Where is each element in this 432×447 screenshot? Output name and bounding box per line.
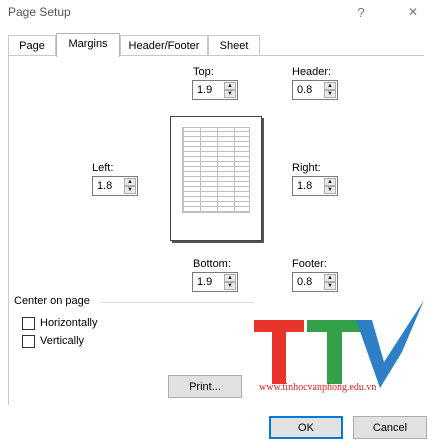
footer-margin-value[interactable]: 0.8 [297, 276, 312, 288]
close-button[interactable]: ✕ [402, 2, 424, 22]
help-button[interactable]: ? [350, 2, 372, 22]
bottom-label: Bottom: [193, 258, 231, 270]
tab-margins[interactable]: Margins [56, 33, 120, 57]
bottom-margin-value[interactable]: 1.9 [197, 276, 212, 288]
print-button[interactable]: Print... [168, 375, 242, 398]
tab-header-footer-label: Header/Footer [128, 40, 200, 52]
vertically-label[interactable]: Vertically [40, 335, 84, 347]
header-label: Header: [292, 66, 332, 78]
group-divider [100, 302, 254, 303]
tab-page[interactable]: Page [8, 35, 56, 56]
left-margin-value[interactable]: 1.8 [97, 180, 112, 192]
spin-down-icon[interactable]: ▼ [224, 282, 236, 290]
print-button-label: Print... [189, 380, 221, 393]
header-margin-spinner[interactable]: 0.8 ▲ ▼ [292, 80, 338, 100]
tab-sheet-label: Sheet [219, 40, 249, 52]
spin-up-icon[interactable]: ▲ [124, 178, 136, 186]
top-margin-spinner[interactable]: 1.9 ▲ ▼ [192, 80, 238, 100]
vertically-checkbox[interactable] [22, 335, 35, 348]
top-label: Top: [193, 66, 214, 78]
footer-label: Footer: [292, 258, 327, 270]
spin-up-icon[interactable]: ▲ [224, 274, 236, 282]
left-margin-spinner[interactable]: 1.8 ▲ ▼ [92, 176, 138, 196]
bottom-margin-spinner[interactable]: 1.9 ▲ ▼ [192, 272, 238, 292]
dialog-title: Page Setup [8, 5, 71, 19]
spin-up-icon[interactable]: ▲ [324, 82, 336, 90]
right-label: Right: [292, 162, 321, 174]
footer-margin-spinner[interactable]: 0.8 ▲ ▼ [292, 272, 338, 292]
spin-down-icon[interactable]: ▼ [224, 90, 236, 98]
horizontally-label[interactable]: Horizontally [40, 317, 97, 329]
header-margin-value[interactable]: 0.8 [297, 84, 312, 96]
ok-button[interactable]: OK [269, 416, 343, 439]
spin-down-icon[interactable]: ▼ [324, 186, 336, 194]
tab-margins-label: Margins [68, 38, 108, 50]
title-bar: Page Setup ? ✕ [0, 0, 432, 26]
spin-down-icon[interactable]: ▼ [324, 282, 336, 290]
spin-up-icon[interactable]: ▲ [324, 274, 336, 282]
help-icon: ? [357, 4, 365, 20]
horizontally-checkbox[interactable] [22, 317, 35, 330]
tab-sheet[interactable]: Sheet [208, 35, 260, 56]
right-margin-spinner[interactable]: 1.8 ▲ ▼ [292, 176, 338, 196]
top-margin-value[interactable]: 1.9 [197, 84, 212, 96]
tab-page-label: Page [19, 40, 45, 52]
spin-down-icon[interactable]: ▼ [324, 90, 336, 98]
preview-sheet-grid [182, 127, 250, 213]
right-margin-value[interactable]: 1.8 [297, 180, 312, 192]
tab-header-footer[interactable]: Header/Footer [120, 35, 208, 56]
watermark-url: www.tinhocvanphong.edu.vn [259, 382, 377, 393]
ok-button-label: OK [298, 421, 314, 434]
spin-up-icon[interactable]: ▲ [224, 82, 236, 90]
cancel-button-label: Cancel [372, 421, 408, 434]
center-on-page-title: Center on page [14, 295, 90, 307]
close-icon: ✕ [407, 5, 419, 19]
cancel-button[interactable]: Cancel [353, 416, 427, 439]
page-preview [170, 116, 262, 241]
spin-down-icon[interactable]: ▼ [124, 186, 136, 194]
left-label: Left: [92, 162, 114, 174]
spin-up-icon[interactable]: ▲ [324, 178, 336, 186]
